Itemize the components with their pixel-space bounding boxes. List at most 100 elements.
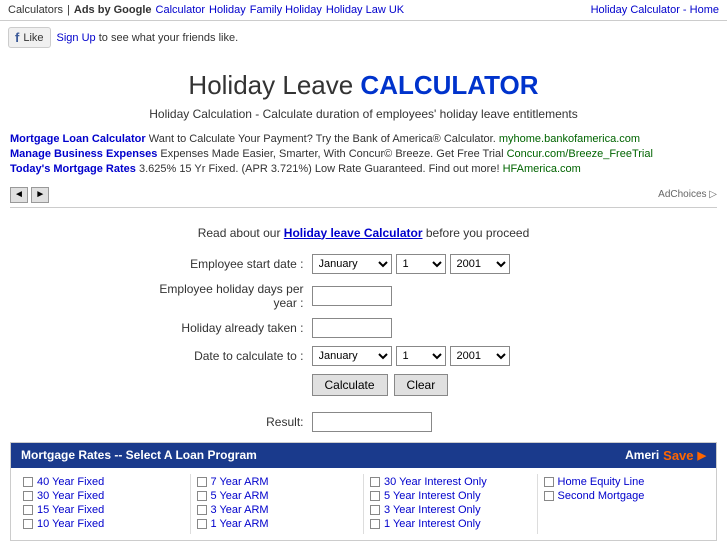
list-item: 7 Year ARM (197, 476, 358, 488)
ad-text-3: 3.625% 15 Yr Fixed. (APR 3.721%) Low Rat… (139, 163, 500, 175)
mortgage-link[interactable]: 10 Year Fixed (37, 518, 104, 530)
calculators-text: Calculators (8, 4, 63, 16)
bullet-icon (544, 491, 554, 501)
bullet-icon (370, 519, 380, 529)
mortgage-link[interactable]: 1 Year Interest Only (384, 518, 481, 530)
bullet-icon (197, 505, 207, 515)
nav-separator: | (67, 4, 70, 16)
list-item: 3 Year ARM (197, 504, 358, 516)
bullet-icon (23, 491, 33, 501)
result-label: Result: (144, 415, 304, 429)
clear-button[interactable]: Clear (394, 374, 449, 396)
calculate-button[interactable]: Calculate (312, 374, 388, 396)
calculator-link[interactable]: Calculator (156, 4, 206, 16)
mortgage-link[interactable]: 40 Year Fixed (37, 476, 104, 488)
ad-domain-1: myhome.bankofamerica.com (499, 133, 640, 145)
nav-right: Holiday Calculator - Home (591, 4, 719, 16)
start-year-select[interactable]: 1998199920002001 2002200320042005 200620… (450, 254, 510, 274)
bullet-icon (544, 477, 554, 487)
to-month-select[interactable]: JanuaryFebruaryMarch AprilMayJune JulyAu… (312, 346, 392, 366)
title-area: Holiday Leave CALCULATOR (10, 54, 717, 107)
calc-intro: Read about our Holiday leave Calculator … (10, 212, 717, 254)
holiday-days-input[interactable] (312, 286, 392, 306)
result-row: Result: (144, 412, 584, 432)
mortgage-link[interactable]: 3 Year Interest Only (384, 504, 481, 516)
list-item: 30 Year Fixed (23, 490, 184, 502)
facebook-text2: to see what your friends like. (99, 32, 238, 44)
divider-1 (10, 207, 717, 208)
title-highlight: CALCULATOR (360, 70, 538, 100)
to-day-select[interactable]: 12345 678910 1112131415 1617181920 21222… (396, 346, 446, 366)
start-date-controls: JanuaryFebruaryMarch AprilMayJune JulyAu… (312, 254, 510, 274)
date-to-controls: JanuaryFebruaryMarch AprilMayJune JulyAu… (312, 346, 510, 366)
next-arrow-button[interactable]: ► (31, 187, 49, 203)
bullet-icon (23, 505, 33, 515)
mortgage-col-4: Home Equity Line Second Mortgage (537, 474, 711, 534)
start-date-row: Employee start date : JanuaryFebruaryMar… (144, 254, 584, 274)
date-to-row: Date to calculate to : JanuaryFebruaryMa… (144, 346, 584, 366)
ad-choices: AdChoices ▷ (658, 189, 717, 200)
subtitle: Holiday Calculation - Calculate duration… (10, 107, 717, 121)
amerisave-text1: Ameri (625, 448, 659, 462)
list-item: 15 Year Fixed (23, 504, 184, 516)
holiday-law-uk-link[interactable]: Holiday Law UK (326, 4, 404, 16)
facebook-text: Sign Up to see what your friends like. (57, 32, 239, 44)
main-content: Holiday Leave CALCULATOR Holiday Calcula… (0, 54, 727, 541)
mortgage-link[interactable]: Second Mortgage (558, 490, 645, 502)
bullet-icon (370, 477, 380, 487)
mortgage-col-3: 30 Year Interest Only 5 Year Interest On… (363, 474, 537, 534)
bullet-icon (23, 519, 33, 529)
page-title: Holiday Leave CALCULATOR (10, 70, 717, 101)
prev-arrow-button[interactable]: ◄ (10, 187, 28, 203)
start-day-select[interactable]: 12345 678910 1112131415 1617181920 21222… (396, 254, 446, 274)
to-year-select[interactable]: 1998199920002001 2002200320042005 200620… (450, 346, 510, 366)
start-month-select[interactable]: JanuaryFebruaryMarch AprilMayJune JulyAu… (312, 254, 392, 274)
already-taken-row: Holiday already taken : (144, 318, 584, 338)
bullet-icon (197, 477, 207, 487)
mortgage-link[interactable]: 5 Year Interest Only (384, 490, 481, 502)
amerisave-logo: AmeriSave ▶ (625, 448, 706, 463)
mortgage-link[interactable]: 30 Year Fixed (37, 490, 104, 502)
family-holiday-link[interactable]: Family Holiday (250, 4, 322, 16)
mortgage-col-1: 40 Year Fixed 30 Year Fixed 15 Year Fixe… (17, 474, 190, 534)
mortgage-link[interactable]: 5 Year ARM (211, 490, 269, 502)
facebook-like-button[interactable]: f Like (8, 27, 51, 48)
mortgage-link[interactable]: 15 Year Fixed (37, 504, 104, 516)
ads-by-google: Ads by Google (74, 4, 152, 16)
signup-link[interactable]: Sign Up (57, 32, 96, 44)
already-taken-input[interactable] (312, 318, 392, 338)
bullet-icon (197, 491, 207, 501)
ad-domain-2: Concur.com/Breeze_FreeTrial (507, 148, 653, 160)
top-navigation: Calculators | Ads by Google Calculator H… (0, 0, 727, 21)
button-row: Calculate Clear (144, 374, 584, 396)
nav-left: Calculators | Ads by Google Calculator H… (8, 4, 404, 16)
holiday-calc-link[interactable]: Holiday leave Calculator (284, 226, 423, 240)
amerisave-text2: Save (663, 448, 693, 463)
ad-link-3[interactable]: Today's Mortgage Rates (10, 163, 136, 175)
mortgage-col-2: 7 Year ARM 5 Year ARM 3 Year ARM 1 Year … (190, 474, 364, 534)
mortgage-link[interactable]: Home Equity Line (558, 476, 645, 488)
facebook-area: f Like Sign Up to see what your friends … (0, 21, 727, 54)
holiday-days-row: Employee holiday days per year : (144, 282, 584, 310)
mortgage-header-text: Mortgage Rates -- Select A Loan Program (21, 448, 257, 462)
bullet-icon (197, 519, 207, 529)
bullet-icon (370, 491, 380, 501)
ad-link-2[interactable]: Manage Business Expenses (10, 148, 157, 160)
title-main: Holiday Leave (188, 70, 360, 100)
nav-arrows-row: ◄ ► AdChoices ▷ (10, 186, 717, 203)
holiday-link[interactable]: Holiday (209, 4, 246, 16)
ad-domain-3: HFAmerica.com (503, 163, 581, 175)
list-item: 5 Year Interest Only (370, 490, 531, 502)
mortgage-link[interactable]: 1 Year ARM (211, 518, 269, 530)
home-link[interactable]: Holiday Calculator - Home (591, 4, 719, 16)
ad-row-2: Manage Business Expenses Expenses Made E… (10, 148, 717, 160)
already-taken-controls (312, 318, 392, 338)
calculator-form: Employee start date : JanuaryFebruaryMar… (10, 254, 717, 432)
mortgage-header: Mortgage Rates -- Select A Loan Program … (11, 443, 716, 468)
list-item: Home Equity Line (544, 476, 705, 488)
list-item: Second Mortgage (544, 490, 705, 502)
mortgage-link[interactable]: 3 Year ARM (211, 504, 269, 516)
mortgage-link[interactable]: 7 Year ARM (211, 476, 269, 488)
ad-link-1[interactable]: Mortgage Loan Calculator (10, 133, 146, 145)
mortgage-link[interactable]: 30 Year Interest Only (384, 476, 487, 488)
